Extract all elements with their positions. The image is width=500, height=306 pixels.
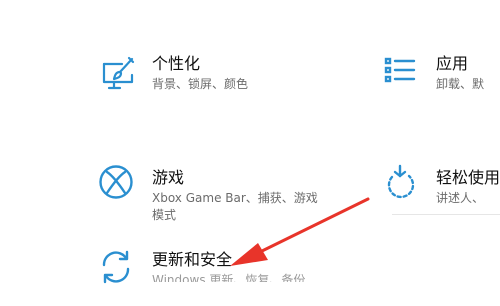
tile-ease-of-access[interactable]: 轻松使用 讲述人、: [378, 160, 500, 215]
tile-gaming-title: 游戏: [152, 168, 185, 187]
tile-personalization[interactable]: 个性化 背景、锁屏、颜色: [96, 50, 336, 110]
refresh-icon: [96, 246, 136, 286]
tile-apps-title: 应用: [436, 54, 469, 73]
tile-gaming[interactable]: 游戏 Xbox Game Bar、捕获、游戏 模式: [96, 160, 356, 230]
tile-update-security-title: 更新和安全: [152, 250, 233, 269]
tile-ease-of-access-title: 轻松使用: [436, 168, 500, 187]
tile-ease-of-access-desc: 讲述人、: [436, 191, 485, 205]
tile-personalization-title: 个性化: [152, 54, 201, 73]
apps-list-icon: [380, 54, 420, 94]
tile-gaming-desc-line2: 模式: [152, 208, 177, 222]
tile-update-security-desc: Windows 更新、恢复、备份: [152, 273, 306, 282]
ease-of-access-icon: [380, 161, 420, 201]
tile-personalization-desc: 背景、锁屏、颜色: [152, 77, 249, 91]
divider: [392, 214, 500, 215]
personalization-icon: [98, 55, 138, 95]
tile-update-security[interactable]: 更新和安全 Windows 更新、恢复、备份: [96, 240, 356, 306]
settings-page: 个性化 背景、锁屏、颜色 应用 卸载、默 游戏 Xbox Game Bar、捕获…: [0, 0, 500, 306]
tile-gaming-desc-line1: Xbox Game Bar、捕获、游戏: [152, 191, 318, 205]
xbox-icon: [96, 162, 136, 202]
tile-apps[interactable]: 应用 卸载、默: [378, 50, 500, 110]
tile-apps-desc: 卸载、默: [436, 77, 485, 91]
